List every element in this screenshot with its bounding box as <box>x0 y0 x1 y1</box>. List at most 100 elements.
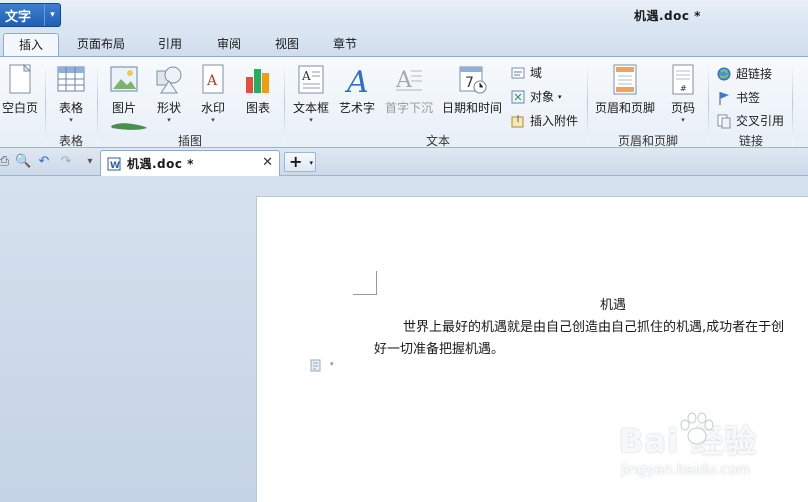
object-label: 对象 <box>530 90 555 104</box>
group-label-table: 表格 <box>58 134 83 148</box>
bookmark-label: 书签 <box>736 91 761 105</box>
window-title: 机遇.doc * <box>634 9 701 23</box>
textbox-label: 文本框 <box>292 101 329 115</box>
header-footer-icon <box>609 63 641 97</box>
undo-icon[interactable]: ↶ <box>36 154 52 170</box>
shape-button[interactable]: 形状 ▾ <box>150 63 188 124</box>
cross-reference-button[interactable]: 交叉引用 <box>716 112 784 129</box>
cross-reference-label: 交叉引用 <box>736 114 785 128</box>
cross-reference-icon <box>716 113 732 129</box>
print-icon[interactable]: ⎙ <box>0 154 12 170</box>
dropcap-button[interactable]: A 首字下沉 <box>384 63 434 116</box>
tab-references[interactable]: 引用 <box>150 33 190 57</box>
chevron-down-icon: ▾ <box>211 116 215 124</box>
tab-insert[interactable]: 插入 <box>3 33 59 57</box>
dropcap-icon: A <box>393 63 425 97</box>
table-icon <box>55 63 87 97</box>
new-tab-button[interactable]: + ▾ <box>284 152 316 172</box>
bookmark-button[interactable]: 书签 <box>716 89 760 106</box>
blank-page-icon <box>4 63 36 97</box>
textbox-icon: A <box>295 63 327 97</box>
globe-link-icon <box>716 66 732 82</box>
ribbon: 空白页 表格 ▾ 表格 图片 形状 ▾ A 水印 ▾ 图表 插图 A 文本框 ▾… <box>0 56 808 148</box>
chevron-down-icon: ▾ <box>309 116 313 124</box>
calendar-icon: 7 <box>456 63 488 97</box>
group-separator <box>45 63 46 145</box>
blank-page-button[interactable]: 空白页 <box>0 63 40 116</box>
chart-button[interactable]: 图表 <box>238 63 278 116</box>
textbox-button[interactable]: A 文本框 ▾ <box>290 63 332 124</box>
table-label: 表格 <box>58 101 83 115</box>
chevron-down-icon[interactable]: ▾ <box>309 159 313 167</box>
tab-chapter[interactable]: 章节 <box>325 33 365 57</box>
attachment-label: 插入附件 <box>530 114 579 128</box>
svg-text:#: # <box>680 84 687 93</box>
chevron-down-icon[interactable]: ▾ <box>330 360 334 368</box>
chevron-down-icon[interactable]: ▾ <box>44 4 60 26</box>
picture-button[interactable]: 图片 <box>104 63 144 116</box>
field-icon <box>510 65 526 81</box>
page-number-button[interactable]: # 页码 ▾ <box>664 63 702 124</box>
app-menu-button[interactable]: 文字 ▾ <box>0 3 61 27</box>
group-separator <box>97 63 98 145</box>
wordart-label: 艺术字 <box>338 101 375 115</box>
picture-label: 图片 <box>111 101 136 115</box>
svg-text:A: A <box>206 73 218 89</box>
field-button[interactable]: 域 <box>510 64 542 81</box>
group-separator <box>587 63 588 145</box>
datetime-button[interactable]: 7 日期和时间 <box>440 63 504 116</box>
watermark-icon: A <box>197 63 229 97</box>
hyperlink-button[interactable]: 超链接 <box>716 65 772 82</box>
document-paragraph-line[interactable]: 好一切准备把握机遇。 <box>374 338 504 357</box>
tab-review[interactable]: 审阅 <box>209 33 249 57</box>
hyperlink-label: 超链接 <box>736 67 773 81</box>
picture-icon <box>108 63 140 97</box>
plus-icon: + <box>289 152 303 171</box>
ribbon-tabs: 插入 页面布局 引用 审阅 视图 章节 <box>0 31 808 57</box>
group-label-illustration: 插图 <box>177 134 202 148</box>
print-preview-icon[interactable]: 🔍 <box>15 154 31 170</box>
group-separator <box>284 63 285 145</box>
document-tab-bar: ⎙ 🔍 ↶ ↷ ▾ W 机遇.doc * ✕ + ▾ <box>0 148 808 176</box>
group-separator <box>792 63 793 145</box>
tab-page-layout[interactable]: 页面布局 <box>68 33 134 57</box>
document-heading[interactable]: 机遇 <box>600 294 626 313</box>
chevron-down-icon: ▾ <box>681 116 685 124</box>
group-label-header-footer: 页眉和页脚 <box>617 134 678 148</box>
title-bar: 文字 ▾ 机遇.doc * <box>0 0 808 31</box>
chart-icon <box>242 63 274 97</box>
document-tab-title: 机遇.doc * <box>127 157 194 171</box>
chevron-down-icon: ▾ <box>69 116 73 124</box>
customize-toolbar-icon[interactable]: ▾ <box>82 154 98 170</box>
paragraph-handle-icon[interactable] <box>310 359 322 372</box>
svg-text:A: A <box>344 65 369 97</box>
redo-icon[interactable]: ↷ <box>58 154 74 170</box>
chart-label: 图表 <box>245 101 270 115</box>
header-footer-button[interactable]: 页眉和页脚 <box>592 63 658 116</box>
margin-corner-mark <box>353 271 377 295</box>
close-icon[interactable]: ✕ <box>262 155 273 170</box>
watermark-button[interactable]: A 水印 ▾ <box>194 63 232 124</box>
table-button[interactable]: 表格 ▾ <box>52 63 90 124</box>
blank-page-label: 空白页 <box>1 101 38 115</box>
shape-label: 形状 <box>156 101 181 115</box>
flag-icon <box>716 90 732 106</box>
annotation-highlight-mark <box>111 123 147 130</box>
document-tab[interactable]: W 机遇.doc * ✕ <box>100 150 280 176</box>
tab-view[interactable]: 视图 <box>267 33 307 57</box>
group-label-text: 文本 <box>425 134 450 148</box>
object-button[interactable]: 对象 ▾ <box>510 88 562 105</box>
attachment-icon <box>510 113 526 129</box>
wordart-button[interactable]: A 艺术字 <box>336 63 378 116</box>
chevron-down-icon: ▾ <box>558 92 562 101</box>
svg-text:A: A <box>395 68 413 93</box>
field-label: 域 <box>530 66 543 80</box>
datetime-label: 日期和时间 <box>441 101 502 115</box>
group-separator <box>708 63 709 145</box>
object-icon <box>510 89 526 105</box>
attachment-button[interactable]: 插入附件 <box>510 112 578 129</box>
svg-text:A: A <box>301 69 311 83</box>
watermark: Bai 经验 jingyan.baidu.com <box>619 412 764 486</box>
document-paragraph-line[interactable]: 世界上最好的机遇就是由自己创造由自己抓住的机遇,成功者在于创 <box>403 316 784 335</box>
paw-logo-icon <box>680 412 714 445</box>
